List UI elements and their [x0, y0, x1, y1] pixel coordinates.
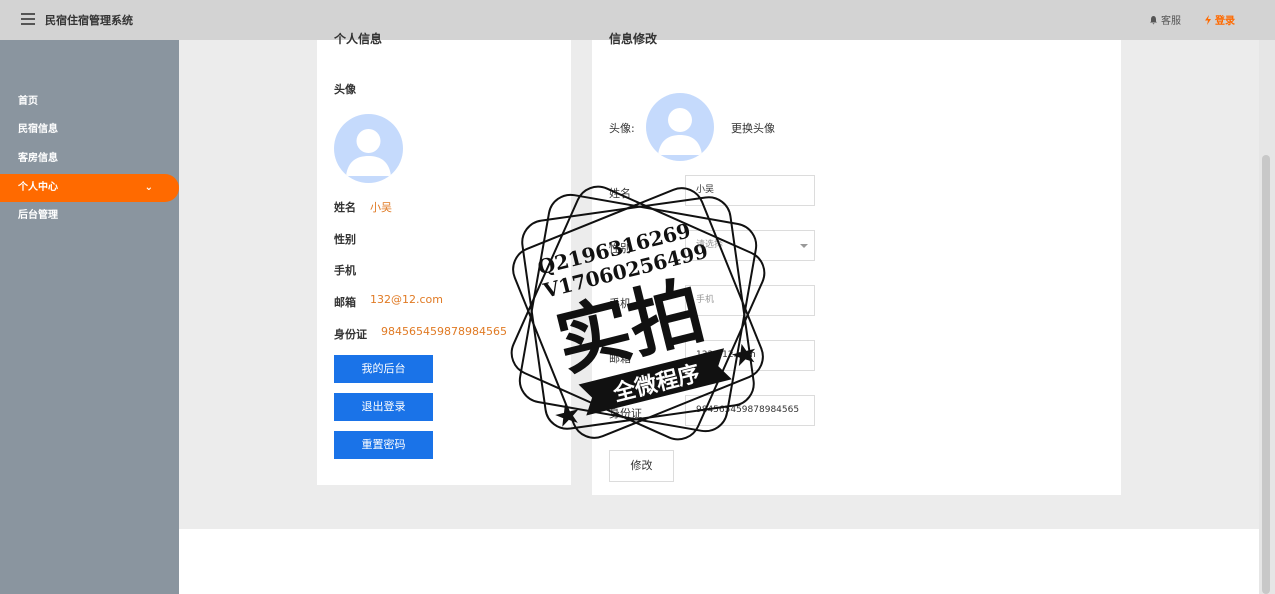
- app-title: 民宿住宿管理系统: [45, 14, 133, 27]
- bell-icon: [1150, 15, 1157, 24]
- change-avatar-link[interactable]: 更换头像: [731, 120, 775, 136]
- logout-button[interactable]: 退出登录: [334, 393, 433, 421]
- my-backend-button[interactable]: 我的后台: [334, 355, 433, 383]
- sidebar-item-label: 首页: [18, 96, 38, 107]
- scrollbar-thumb[interactable]: [1262, 155, 1270, 594]
- name-value: 小吴: [370, 201, 392, 214]
- email-label: 邮箱: [334, 296, 356, 309]
- profile-card-title: 个人信息: [334, 32, 383, 46]
- menu-icon[interactable]: [21, 13, 35, 25]
- sidebar-item-admin[interactable]: 后台管理: [0, 202, 179, 230]
- email-value: 132@12.com: [370, 293, 443, 306]
- caret-down-icon: [800, 244, 808, 248]
- sidebar-item-label: 客房信息: [18, 153, 58, 164]
- phone-label: 手机: [334, 264, 356, 277]
- avatar-label: 头像: [334, 83, 356, 96]
- edit-avatar[interactable]: [646, 93, 714, 161]
- gender-label: 性别: [334, 233, 356, 246]
- sidebar-item-home[interactable]: 首页: [0, 88, 179, 116]
- name-label: 姓名: [334, 201, 356, 214]
- edit-card-title: 信息修改: [609, 32, 658, 46]
- login-label: 登录: [1215, 16, 1235, 27]
- footer: [179, 529, 1259, 594]
- sidebar-item-label: 后台管理: [18, 210, 58, 221]
- chevron-down-icon: ⌄: [144, 182, 153, 193]
- id-value: 984565459878984565: [381, 325, 507, 338]
- avatar: [334, 114, 403, 183]
- sidebar: 首页 民宿信息 客房信息 个人中心 ⌄ 后台管理: [0, 40, 179, 594]
- sidebar-item-homestay[interactable]: 民宿信息: [0, 116, 179, 144]
- sidebar-item-label: 个人中心: [18, 182, 58, 193]
- reset-password-button[interactable]: 重置密码: [334, 431, 433, 459]
- login-link[interactable]: 登录: [1204, 12, 1235, 27]
- id-label: 身份证: [334, 328, 367, 341]
- watermark-stamp: Q2196316269 V17060256499 实拍 全微程序: [510, 185, 766, 441]
- sidebar-item-label: 民宿信息: [18, 124, 58, 135]
- sidebar-item-rooms[interactable]: 客房信息: [0, 145, 179, 173]
- sidebar-item-profile[interactable]: 个人中心 ⌄: [0, 174, 179, 202]
- edit-avatar-label: 头像:: [609, 122, 635, 135]
- service-label: 客服: [1161, 16, 1181, 27]
- lightning-icon: [1205, 14, 1211, 25]
- service-link[interactable]: 客服: [1149, 12, 1181, 27]
- submit-edit-button[interactable]: 修改: [609, 450, 674, 482]
